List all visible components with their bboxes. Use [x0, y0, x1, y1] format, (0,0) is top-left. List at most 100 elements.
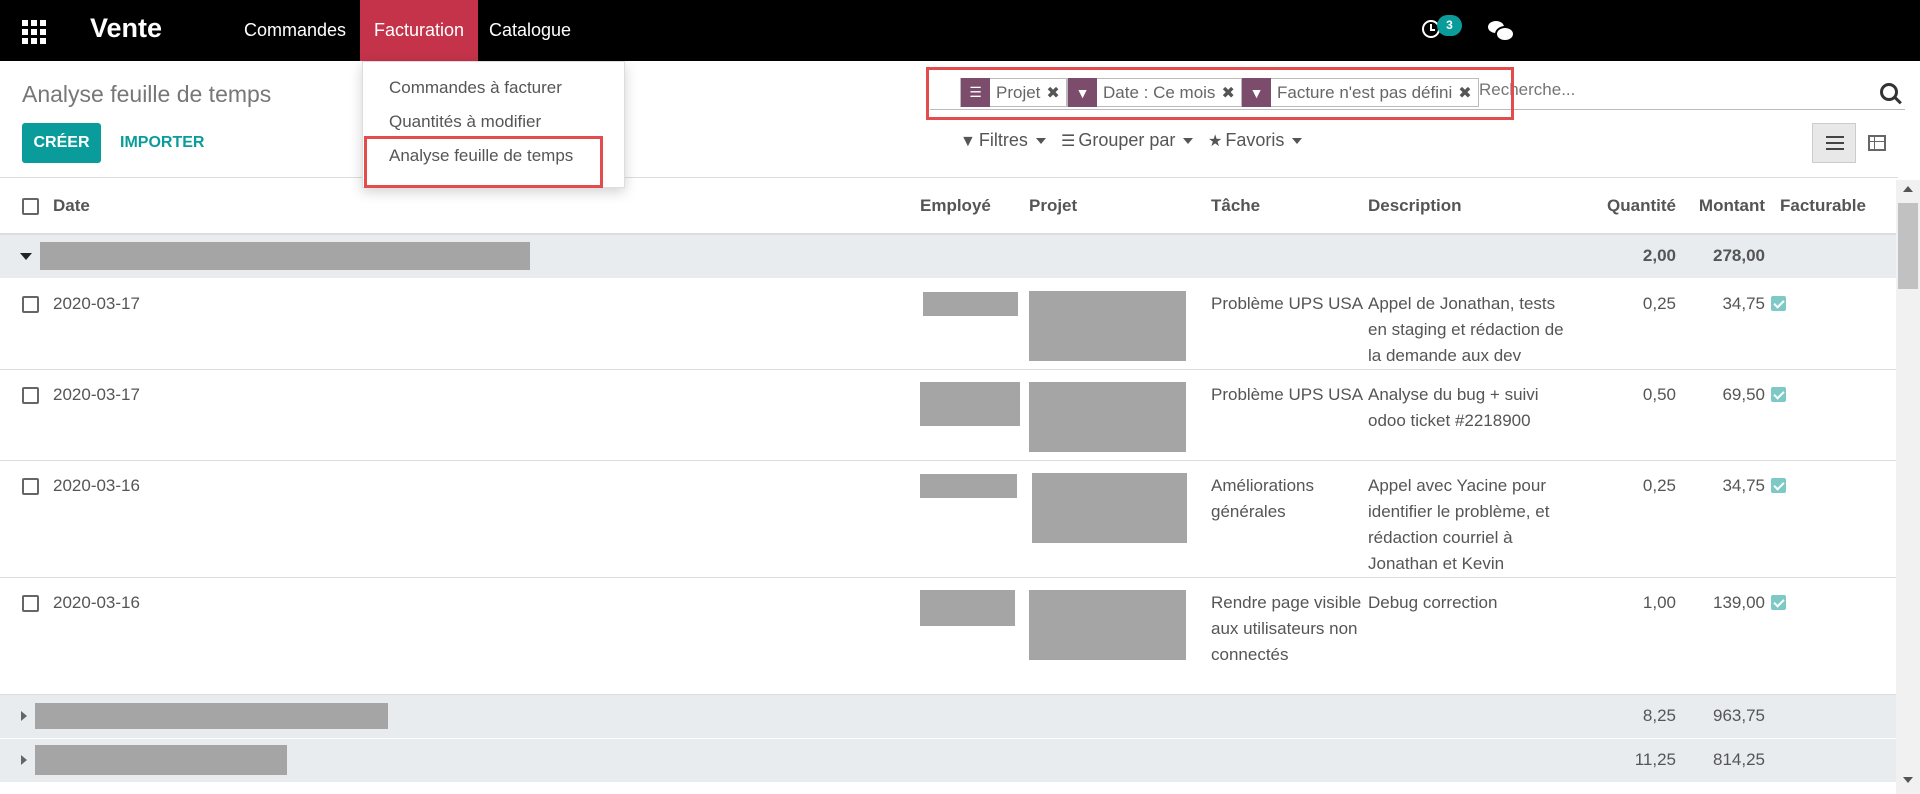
- menu-commandes[interactable]: Commandes: [230, 0, 360, 61]
- row-checkbox[interactable]: [22, 477, 39, 495]
- row-date: 2020-03-17: [53, 384, 140, 404]
- group-amount: 814,25: [1676, 738, 1765, 783]
- header-description[interactable]: Description: [1368, 178, 1578, 235]
- redacted-employee: [923, 292, 1018, 317]
- row-task: Problème UPS USA: [1211, 278, 1368, 370]
- header-task[interactable]: Tâche: [1211, 178, 1368, 235]
- table-header-row: Date Employé Projet Tâche Description Qu…: [0, 178, 1898, 235]
- caret-down-icon: [1183, 138, 1194, 145]
- row-description: Analyse du bug + suivi odoo ticket #2218…: [1368, 369, 1578, 461]
- app-brand[interactable]: Vente: [90, 13, 162, 44]
- row-quantity: 1,00: [1578, 577, 1676, 695]
- row-checkbox[interactable]: [22, 594, 39, 612]
- apps-menu-icon[interactable]: [22, 20, 46, 44]
- group-row-collapsed[interactable]: 8,25 963,75: [0, 694, 1898, 739]
- redacted-group-name: [35, 745, 287, 775]
- groupby-label: Grouper par: [1078, 130, 1176, 150]
- menu-catalogue[interactable]: Catalogue: [475, 0, 585, 61]
- header-employee[interactable]: Employé: [920, 178, 1029, 235]
- row-date: 2020-03-17: [53, 293, 140, 313]
- favorites-button[interactable]: ★ Favoris: [1208, 130, 1303, 151]
- timesheet-table: Date Employé Projet Tâche Description Qu…: [0, 177, 1898, 794]
- highlight-search-annotation: [926, 67, 1514, 120]
- filters-label: Filtres: [978, 130, 1028, 150]
- create-button[interactable]: CRÉER: [22, 123, 101, 163]
- search-input[interactable]: [1479, 80, 1859, 100]
- group-amount: 278,00: [1676, 234, 1765, 279]
- table-row[interactable]: 2020-03-17 Problème UPS USA Analyse du b…: [0, 369, 1898, 461]
- group-row-collapsed[interactable]: 11,25 814,25: [0, 738, 1898, 783]
- header-project[interactable]: Projet: [1029, 178, 1211, 235]
- caret-down-icon: [1035, 138, 1046, 145]
- header-date-label: Date: [53, 195, 90, 215]
- group-by-icon: ☰: [1061, 133, 1076, 150]
- row-description: Debug correction: [1368, 577, 1578, 695]
- row-date: 2020-03-16: [53, 475, 140, 495]
- redacted-employee: [920, 474, 1017, 499]
- import-button[interactable]: IMPORTER: [120, 123, 204, 163]
- billable-checkbox[interactable]: [1771, 386, 1786, 402]
- row-amount: 34,75: [1676, 278, 1765, 370]
- row-checkbox[interactable]: [22, 295, 39, 313]
- table-row[interactable]: 2020-03-17 Problème UPS USA Appel de Jon…: [0, 278, 1898, 370]
- redacted-project: [1032, 472, 1187, 543]
- menu-facturation[interactable]: Facturation: [360, 0, 479, 61]
- table-row[interactable]: 2020-03-16 Améliorations générales Appel…: [0, 460, 1898, 578]
- favorites-label: Favoris: [1225, 130, 1285, 150]
- redacted-project: [1029, 381, 1186, 452]
- select-all-checkbox[interactable]: [22, 197, 39, 215]
- scroll-up-arrow-icon[interactable]: [1903, 186, 1913, 192]
- highlight-menu-annotation: [364, 136, 603, 188]
- caret-right-icon: [21, 755, 27, 765]
- row-quantity: 0,25: [1578, 460, 1676, 578]
- chat-icon[interactable]: [1488, 21, 1515, 42]
- top-navbar: Vente Commandes Facturation Catalogue 3: [0, 0, 1920, 61]
- row-task: Rendre page visible aux utilisateurs non…: [1211, 577, 1368, 695]
- row-task: Problème UPS USA: [1211, 369, 1368, 461]
- activity-count-badge: 3: [1437, 15, 1462, 36]
- scroll-down-arrow-icon[interactable]: [1903, 777, 1913, 783]
- row-amount: 69,50: [1676, 369, 1765, 461]
- billable-checkbox[interactable]: [1771, 594, 1786, 610]
- redacted-project: [1029, 290, 1186, 361]
- group-quantity: 8,25: [1578, 694, 1676, 739]
- caret-down-icon: [1292, 138, 1303, 145]
- row-task: Améliorations générales: [1211, 460, 1368, 578]
- row-amount: 34,75: [1676, 460, 1765, 578]
- dropdown-item-quantites-a-modifier[interactable]: Quantités à modifier: [389, 112, 541, 132]
- group-quantity: 11,25: [1578, 738, 1676, 783]
- billable-checkbox[interactable]: [1771, 477, 1786, 493]
- redacted-employee: [920, 589, 1015, 626]
- page-title: Analyse feuille de temps: [22, 81, 272, 107]
- groupby-button[interactable]: ☰ Grouper par: [1061, 130, 1194, 151]
- header-quantity[interactable]: Quantité: [1578, 178, 1676, 235]
- row-description: Appel de Jonathan, tests en staging et r…: [1368, 278, 1578, 370]
- redacted-group-name: [35, 703, 388, 730]
- row-checkbox[interactable]: [22, 386, 39, 404]
- caret-down-icon: [20, 252, 32, 260]
- header-amount[interactable]: Montant: [1676, 178, 1765, 235]
- group-row-expanded[interactable]: 2,00 278,00: [0, 234, 1898, 279]
- list-view-button[interactable]: [1812, 123, 1856, 163]
- scrollbar-thumb[interactable]: [1898, 203, 1918, 289]
- header-billable[interactable]: Facturable: [1765, 178, 1898, 235]
- table-row[interactable]: 2020-03-16 Rendre page visible aux utili…: [0, 577, 1898, 695]
- star-icon: ★: [1208, 133, 1223, 150]
- row-amount: 139,00: [1676, 577, 1765, 695]
- filters-button[interactable]: ▼ Filtres: [960, 130, 1046, 151]
- group-amount: 963,75: [1676, 694, 1765, 739]
- row-quantity: 0,50: [1578, 369, 1676, 461]
- row-date: 2020-03-16: [53, 592, 140, 612]
- pivot-view-button[interactable]: [1863, 130, 1889, 156]
- filter-icon: ▼: [960, 133, 976, 150]
- dropdown-item-commandes-a-facturer[interactable]: Commandes à facturer: [389, 78, 562, 98]
- billable-checkbox[interactable]: [1771, 295, 1786, 311]
- caret-right-icon: [21, 711, 27, 722]
- group-quantity: 2,00: [1578, 234, 1676, 279]
- redacted-project: [1029, 589, 1186, 660]
- row-description: Appel avec Yacine pour identifier le pro…: [1368, 460, 1578, 578]
- search-icon[interactable]: [1880, 83, 1898, 101]
- row-quantity: 0,25: [1578, 278, 1676, 370]
- redacted-employee: [920, 381, 1020, 426]
- redacted-group-name: [40, 242, 530, 271]
